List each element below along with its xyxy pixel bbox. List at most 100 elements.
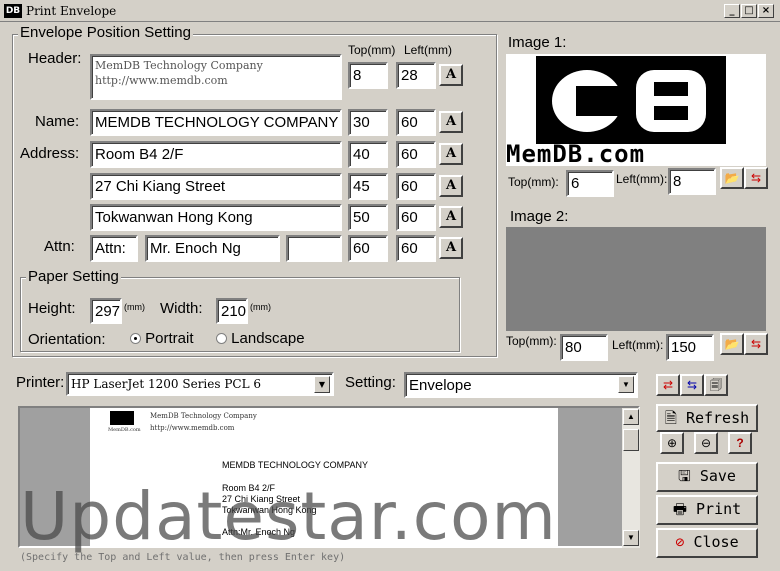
printer-label: Printer: <box>16 374 65 391</box>
address-line2-left-input[interactable]: 60 <box>396 173 436 200</box>
portrait-radio[interactable]: Portrait <box>130 330 194 347</box>
attn-font-button[interactable]: A <box>439 237 463 259</box>
printer-selected-value: HP LaserJet 1200 Series PCL 6 <box>71 377 262 391</box>
help-icon[interactable]: ? <box>728 432 752 454</box>
layout-toggle1-icon[interactable]: ⇄ <box>656 374 680 396</box>
name-input[interactable]: MEMDB TECHNOLOGY COMPANY <box>90 109 342 136</box>
height-input[interactable]: 297 <box>90 298 122 324</box>
header-left-input[interactable]: 28 <box>396 62 436 89</box>
image1-logo-block <box>536 56 726 144</box>
address-line3-left-input[interactable]: 60 <box>396 204 436 231</box>
address-line1-left-input[interactable]: 60 <box>396 141 436 168</box>
logo-b-shape <box>636 70 706 132</box>
image1-open-folder-icon[interactable]: 📂 <box>720 167 744 189</box>
save-label: Save <box>699 467 736 485</box>
zoom-out-icon[interactable]: ⊖ <box>694 432 718 454</box>
landscape-radio[interactable]: Landscape <box>216 330 305 347</box>
height-label: Height: <box>28 300 76 317</box>
close-window-button[interactable]: × <box>758 4 774 18</box>
address-label: Address: <box>20 145 80 162</box>
image2-preview[interactable] <box>506 227 766 331</box>
preview-name: MEMDB TECHNOLOGY COMPANY <box>222 460 369 470</box>
attn-name-input[interactable]: Mr. Enoch Ng <box>145 235 280 262</box>
width-label: Width: <box>160 300 203 317</box>
portrait-radio-dot[interactable] <box>130 333 141 344</box>
header-line2: http://www.memdb.com <box>95 74 228 87</box>
preview-scrollbar[interactable]: ▲ ▼ <box>622 408 640 548</box>
logo-b-hole1 <box>654 82 688 96</box>
header-line1: MemDB Technology Company <box>95 59 263 72</box>
envelope-position-legend: Envelope Position Setting <box>18 24 193 41</box>
orientation-label: Orientation: <box>28 331 106 348</box>
close-button[interactable]: ⊘ Close <box>656 528 758 558</box>
portrait-label: Portrait <box>145 330 194 347</box>
maximize-button[interactable]: □ <box>741 4 757 18</box>
image2-top-input[interactable]: 80 <box>560 334 608 361</box>
image1-preview[interactable]: MemDB.com <box>506 54 766 166</box>
page-setup-icon[interactable]: 🗐 <box>704 374 728 396</box>
address-line3-input[interactable]: Tokwanwan Hong Kong <box>90 204 342 231</box>
refresh-button[interactable]: 🗎 Refresh <box>656 404 758 432</box>
attn-extra-input[interactable] <box>286 235 342 262</box>
setting-dropdown-arrow-icon[interactable]: ▼ <box>618 376 634 393</box>
address-line1-font-button[interactable]: A <box>439 143 463 165</box>
preview-logo-icon <box>110 411 134 425</box>
scroll-thumb[interactable] <box>623 429 639 451</box>
address-line3-font-button[interactable]: A <box>439 206 463 228</box>
name-top-input[interactable]: 30 <box>348 109 388 136</box>
width-unit: (mm) <box>250 302 271 312</box>
attn-left-input[interactable]: 60 <box>396 235 436 262</box>
app-icon: DB <box>4 4 22 18</box>
image1-left-input[interactable]: 8 <box>668 168 716 195</box>
header-textarea[interactable]: MemDB Technology Company http://www.memd… <box>90 54 342 100</box>
height-unit: (mm) <box>124 302 145 312</box>
left-column-header: Left(mm) <box>404 43 452 57</box>
top-column-header: Top(mm) <box>348 43 396 57</box>
logo-c-cut <box>576 86 626 116</box>
save-button[interactable]: 🖫 Save <box>656 462 758 492</box>
address-line1-top-input[interactable]: 40 <box>348 141 388 168</box>
landscape-radio-dot[interactable] <box>216 333 227 344</box>
image1-swap-icon[interactable]: ⇆ <box>744 167 768 189</box>
address-line3-top-input[interactable]: 50 <box>348 204 388 231</box>
refresh-label: Refresh <box>685 409 750 427</box>
image1-top-input[interactable]: 6 <box>566 170 614 197</box>
attn-prefix-input[interactable]: Attn: <box>90 235 138 262</box>
preview-header-line2: http://www.memdb.com <box>150 424 235 432</box>
scroll-down-arrow-icon[interactable]: ▼ <box>623 530 639 546</box>
address-line2-font-button[interactable]: A <box>439 175 463 197</box>
printer-dropdown-arrow-icon[interactable]: ▼ <box>314 376 330 393</box>
close-label: Close <box>693 533 739 551</box>
watermark-text: Updatestar.com <box>20 478 557 555</box>
image2-swap-icon[interactable]: ⇆ <box>744 333 768 355</box>
landscape-label: Landscape <box>231 330 305 347</box>
header-top-input[interactable]: 8 <box>348 62 388 89</box>
printer-icon: 🖶 <box>672 500 687 518</box>
save-icon: 🖫 <box>678 467 691 485</box>
setting-selected-value: Envelope <box>409 377 472 394</box>
name-left-input[interactable]: 60 <box>396 109 436 136</box>
setting-label: Setting: <box>345 374 396 391</box>
scroll-up-arrow-icon[interactable]: ▲ <box>623 409 639 425</box>
address-line2-input[interactable]: 27 Chi Kiang Street <box>90 173 342 200</box>
printer-select[interactable]: HP LaserJet 1200 Series PCL 6 ▼ <box>66 372 334 396</box>
setting-select[interactable]: Envelope ▼ <box>404 372 638 398</box>
header-font-button[interactable]: A <box>439 64 463 86</box>
image2-open-folder-icon[interactable]: 📂 <box>720 333 744 355</box>
minimize-button[interactable]: _ <box>724 4 740 18</box>
image1-left-label: Left(mm): <box>616 172 668 186</box>
zoom-in-icon[interactable]: ⊕ <box>660 432 684 454</box>
layout-toggle2-icon[interactable]: ⇆ <box>680 374 704 396</box>
print-button[interactable]: 🖶 Print <box>656 495 758 525</box>
refresh-icon: 🗎 <box>664 409 677 427</box>
width-input[interactable]: 210 <box>216 298 248 324</box>
image2-left-input[interactable]: 150 <box>666 334 714 361</box>
attn-top-input[interactable]: 60 <box>348 235 388 262</box>
image2-top-label: Top(mm): <box>506 334 557 348</box>
name-font-button[interactable]: A <box>439 111 463 133</box>
logo-b-hole2 <box>654 106 688 120</box>
address-line2-top-input[interactable]: 45 <box>348 173 388 200</box>
address-line1-input[interactable]: Room B4 2/F <box>90 141 342 168</box>
image2-label: Image 2: <box>510 208 569 225</box>
header-label: Header: <box>28 50 82 67</box>
